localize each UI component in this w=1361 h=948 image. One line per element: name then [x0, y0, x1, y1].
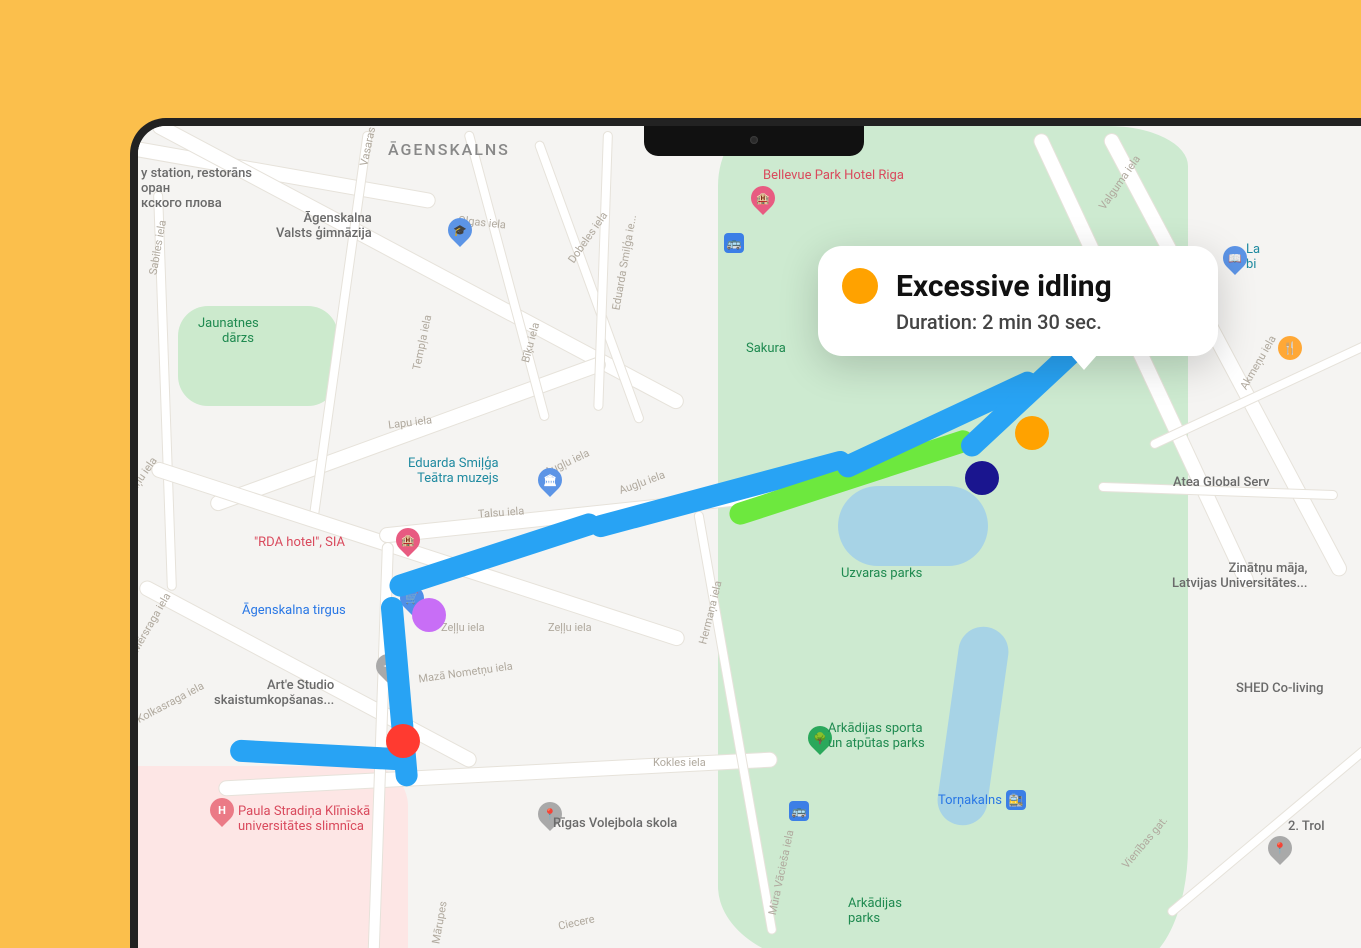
poi-label[interactable]: Atea Global Serv: [1173, 475, 1269, 490]
poi-label[interactable]: 2. Trol: [1288, 819, 1325, 834]
text: Eduarda Smiļģa: [408, 456, 499, 471]
event-callout[interactable]: Excessive idling Duration: 2 min 30 sec.: [818, 246, 1218, 356]
poi-label[interactable]: Āgenskalna Valsts ģimnāzija: [276, 211, 372, 241]
street-label: Tempļa iela: [410, 314, 434, 372]
text: universitātes slimnīca: [238, 819, 364, 834]
text: оран: [141, 181, 170, 196]
text: Zinātņu māja,: [1229, 561, 1308, 576]
text: Art'e Studio: [267, 678, 334, 693]
poi-label[interactable]: Art'e Studio skaistumkopšanas...: [214, 678, 334, 708]
poi-label[interactable]: Eduarda Smiļģa Teātra muzejs: [408, 456, 499, 486]
idling-dot-icon: [842, 268, 878, 304]
text: skaistumkopšanas...: [214, 693, 334, 708]
poi-label[interactable]: Uzvaras parks: [841, 566, 922, 581]
transit-icon[interactable]: 🚉: [1006, 790, 1026, 810]
poi-label[interactable]: Arkādijas sporta un atpūtas parks: [828, 721, 925, 751]
street-label: Ormaņu iela: [130, 455, 160, 511]
road: [1165, 744, 1361, 919]
text: Paula Stradiņa Klīniskā: [238, 804, 370, 819]
street-label: Mazā Nometņu iela: [418, 659, 514, 685]
street-label: Augļu iela: [617, 468, 667, 497]
poi-label[interactable]: Āgenskalna tirgus: [242, 603, 346, 618]
pond-1: [838, 486, 988, 566]
street-label: Vasaras: [357, 126, 378, 167]
device-frame: ĀGENSKALNS Sabiles iela Olgas iela Vasar…: [130, 118, 1361, 948]
street-label: Zeļļu iela: [441, 621, 485, 634]
text: y station, restorāns: [141, 166, 252, 181]
callout-duration: Duration: 2 min 30 sec.: [896, 310, 1186, 334]
road: [463, 130, 550, 422]
text: bi: [1246, 257, 1256, 272]
transit-icon[interactable]: 🚌: [724, 233, 744, 253]
route-marker-stop[interactable]: [386, 724, 420, 758]
poi-label[interactable]: La bi: [1246, 242, 1260, 272]
text: Valsts ģimnāzija: [276, 226, 372, 241]
transit-icon[interactable]: 🚌: [789, 801, 809, 821]
text: Jaunatnes: [198, 316, 259, 331]
poi-label[interactable]: "RDA hotel", SIA: [254, 535, 345, 550]
restaurant-icon[interactable]: 🍴: [1278, 336, 1302, 360]
text: un atpūtas parks: [828, 736, 925, 751]
poi-label[interactable]: Arkādijas parks: [848, 896, 902, 926]
text: Teātra muzejs: [417, 471, 498, 486]
text: Arkādijas: [848, 896, 902, 911]
poi-label[interactable]: Torņakalns: [938, 793, 1002, 808]
poi-label[interactable]: SHED Co-living: [1236, 681, 1323, 696]
text: Āgenskalna: [304, 211, 372, 226]
route-marker-idling[interactable]: [1015, 416, 1049, 450]
text: La: [1246, 242, 1260, 257]
device-notch: [644, 126, 864, 156]
route-marker-waypoint[interactable]: [965, 461, 999, 495]
text: Latvijas Universitātes...: [1172, 576, 1307, 591]
street-label: Kokles iela: [653, 756, 706, 769]
street-label: Ciecere: [557, 912, 596, 932]
street-label: Kolkasraga iela: [134, 679, 206, 725]
text: parks: [848, 911, 880, 926]
district-label: ĀGENSKALNS: [388, 140, 510, 159]
poi-label[interactable]: Sakura: [746, 341, 786, 356]
poi-label[interactable]: Rīgas Volejbola skola: [553, 816, 677, 831]
callout-title: Excessive idling: [896, 269, 1112, 304]
poi-label[interactable]: Jaunatnes dārzs: [198, 316, 259, 346]
text: Arkādijas sporta: [828, 721, 923, 736]
poi-label[interactable]: Zinātņu māja, Latvijas Universitātes...: [1172, 561, 1307, 591]
poi-label[interactable]: y station, restorāns оран кского плова: [141, 166, 252, 211]
poi-label[interactable]: Paula Stradiņa Klīniskā universitātes sl…: [238, 804, 370, 834]
map-canvas[interactable]: ĀGENSKALNS Sabiles iela Olgas iela Vasar…: [138, 126, 1361, 948]
street-label: Eduarda Smiļģa ie...: [610, 214, 640, 311]
street-label: Mārupes: [429, 900, 449, 945]
text: dārzs: [222, 331, 254, 346]
street-label: Zeļļu iela: [548, 621, 592, 634]
route-marker-event[interactable]: [412, 598, 446, 632]
text: кского плова: [141, 196, 222, 211]
poi-label[interactable]: Bellevue Park Hotel Riga: [763, 168, 904, 183]
